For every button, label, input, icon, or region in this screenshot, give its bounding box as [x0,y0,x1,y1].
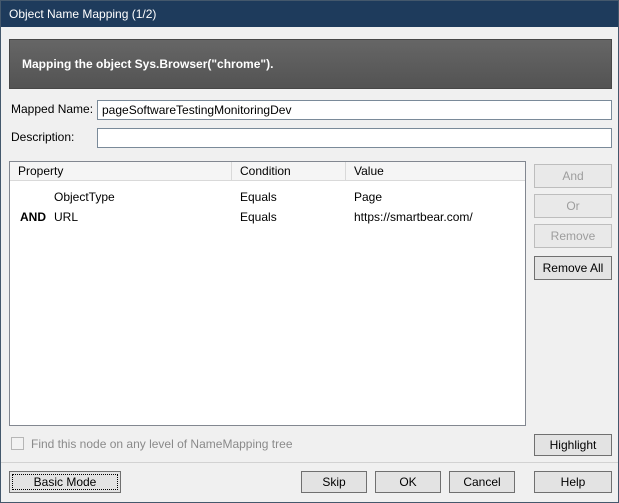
bottom-divider [1,462,619,463]
description-label: Description: [11,130,74,144]
row-value: Page [346,190,525,204]
find-node-checkbox [11,437,24,450]
column-header-condition: Condition [232,162,346,180]
row-property-name: URL [54,210,78,224]
mapped-name-input[interactable] [97,100,612,120]
skip-button[interactable]: Skip [301,471,367,493]
row-condition: Equals [232,190,346,204]
row-logic-operator: AND [10,210,54,224]
cancel-button[interactable]: Cancel [449,471,515,493]
row-property-name: ObjectType [54,190,115,204]
property-table: Property Condition Value ObjectType Equa… [9,161,526,426]
column-header-property: Property [10,162,232,180]
table-row[interactable]: AND URL Equals https://smartbear.com/ [10,207,525,227]
help-button[interactable]: Help [534,471,612,493]
basic-mode-button[interactable]: Basic Mode [9,471,121,493]
property-table-body: ObjectType Equals Page AND URL Equals ht… [10,181,525,227]
remove-button: Remove [534,224,612,248]
window-title: Object Name Mapping (1/2) [9,7,156,21]
object-name-mapping-dialog: Object Name Mapping (1/2) Mapping the ob… [0,0,619,503]
find-node-label: Find this node on any level of NameMappi… [31,437,293,451]
row-condition: Equals [232,210,346,224]
mapping-header-text: Mapping the object Sys.Browser("chrome")… [22,57,273,71]
description-input[interactable] [97,128,612,148]
remove-all-button[interactable]: Remove All [534,256,612,280]
mapping-header-band: Mapping the object Sys.Browser("chrome")… [9,39,612,89]
ok-button[interactable]: OK [375,471,441,493]
or-button: Or [534,194,612,218]
highlight-button[interactable]: Highlight [534,434,612,456]
and-button: And [534,164,612,188]
row-value: https://smartbear.com/ [346,210,525,224]
property-table-header: Property Condition Value [10,162,525,181]
column-header-value: Value [346,162,525,180]
mapped-name-label: Mapped Name: [11,102,93,116]
table-row[interactable]: ObjectType Equals Page [10,187,525,207]
title-bar: Object Name Mapping (1/2) [1,1,619,27]
